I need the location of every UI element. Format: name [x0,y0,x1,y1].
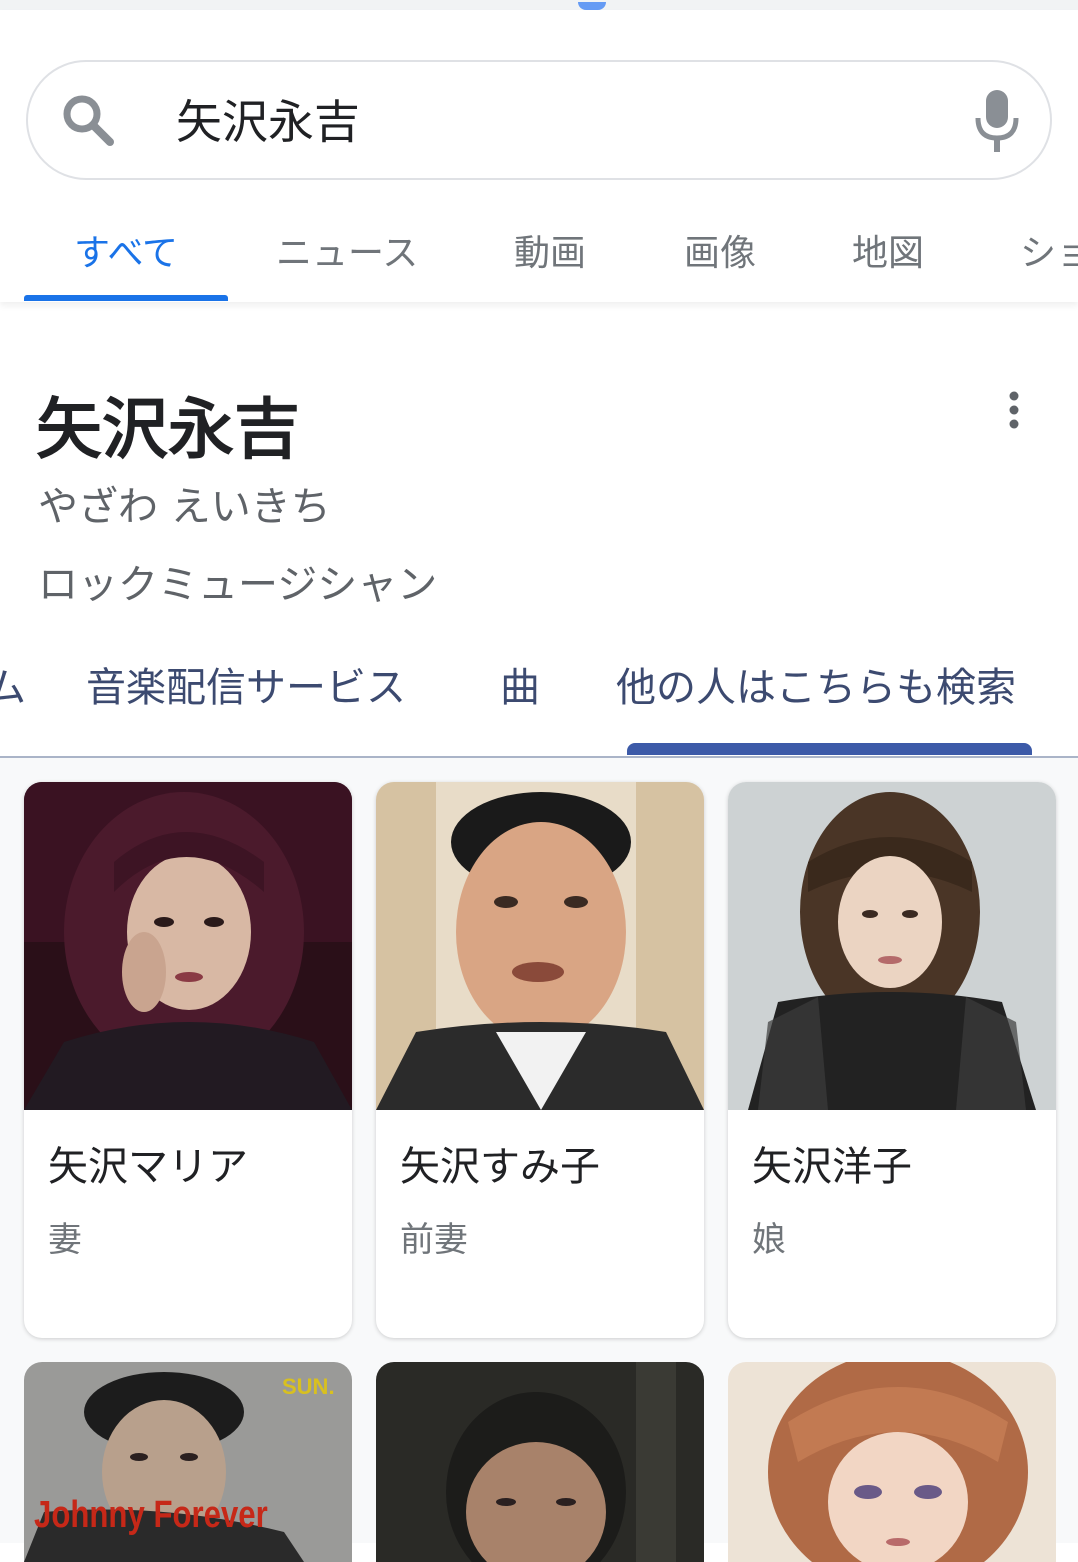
more-vert-icon[interactable] [996,388,1032,432]
person-name: 矢沢マリア [48,1144,248,1190]
tab-news[interactable]: ニュース [276,222,418,292]
person-relation: 前妻 [400,1220,468,1260]
person-name: 矢沢洋子 [752,1144,912,1190]
knowledge-panel-title: 矢沢永吉 [36,391,300,468]
search-header: すべて ニュース 動画 画像 地図 ショ [0,10,1078,302]
related-person-card[interactable]: 矢沢洋子 娘 [728,782,1056,1338]
related-person-card[interactable] [376,1362,704,1562]
tab-all[interactable]: すべて [74,222,178,292]
related-person-card[interactable]: 矢沢マリア 妻 [24,782,352,1338]
person-photo [376,782,704,1110]
related-person-card[interactable]: 矢沢すみ子 前妻 [376,782,704,1338]
person-relation: 妻 [48,1220,82,1260]
album-text-top: SUN. [282,1374,335,1399]
tab-maps[interactable]: 地図 [852,222,924,292]
related-person-card[interactable]: SUN. Johnny Forever [24,1362,352,1562]
tab-shopping[interactable]: ショ [1020,222,1078,292]
tab-images[interactable]: 画像 [684,222,756,292]
search-input[interactable] [176,88,936,150]
kp-tab-songs[interactable]: 曲 [500,660,540,716]
person-photo [376,1362,704,1562]
kp-tab-music-services[interactable]: 音楽配信サービス [86,660,406,716]
tab-videos[interactable]: 動画 [514,222,586,292]
person-photo [728,782,1056,1110]
person-relation: 娘 [752,1220,786,1260]
knowledge-panel-reading: やざわ えいきち [38,484,331,530]
knowledge-panel-tabs: ム 音楽配信サービス 曲 他の人はこちらも検索 [0,640,1078,758]
search-icon[interactable] [60,92,116,148]
kp-tab-people-also-search[interactable]: 他の人はこちらも検索 [616,660,1016,716]
person-photo [728,1362,1056,1562]
kp-active-tab-indicator [627,743,1032,755]
knowledge-panel-type: ロックミュージシャン [38,562,438,608]
album-text: Johnny Forever [34,1494,268,1536]
person-photo [24,782,352,1110]
mic-icon[interactable] [972,88,1022,154]
related-person-card[interactable] [728,1362,1056,1562]
top-indicator [578,2,606,10]
person-name: 矢沢すみ子 [400,1144,600,1190]
search-tabs: すべて ニュース 動画 画像 地図 ショ [0,210,1078,302]
search-box[interactable] [26,60,1052,180]
kp-tab-partial[interactable]: ム [0,660,26,716]
active-tab-indicator [24,295,228,301]
